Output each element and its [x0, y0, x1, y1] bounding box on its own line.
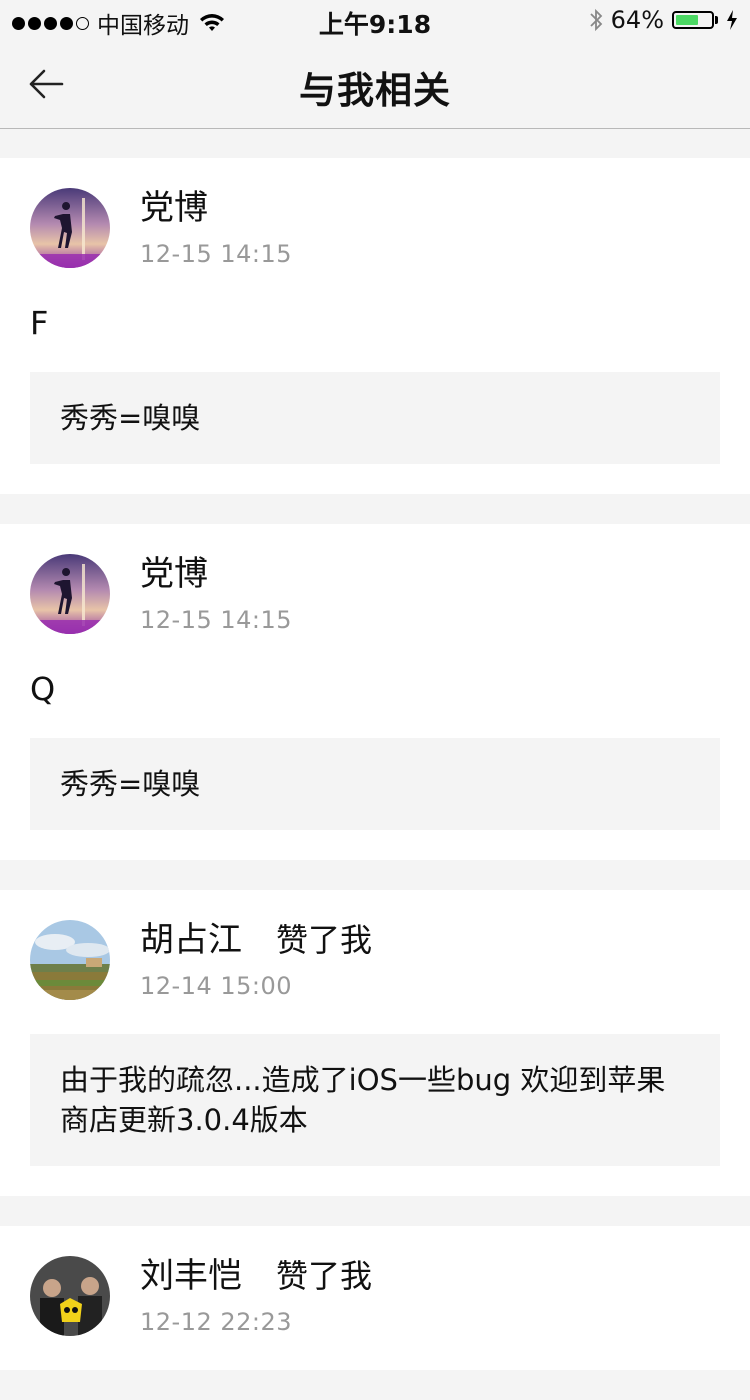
status-right: 64% [589, 6, 738, 34]
navigation-bar: 与我相关 [0, 40, 750, 129]
notification-card[interactable]: 胡占江 赞了我 12-14 15:00 由于我的疏忽...造成了iOS一些bug… [0, 890, 750, 1196]
battery-fill [676, 15, 698, 25]
timestamp: 12-12 22:23 [140, 1308, 293, 1336]
user-name[interactable]: 党博 [140, 554, 208, 594]
avatar[interactable] [30, 188, 110, 268]
card-header: 刘丰恺 赞了我 12-12 22:23 [30, 1256, 720, 1340]
avatar[interactable] [30, 920, 110, 1000]
notification-card[interactable]: 党博 12-15 14:15 F 秀秀=嗅嗅 [0, 158, 750, 494]
card-meta: 党博 12-15 14:15 [140, 188, 292, 268]
card-meta: 胡占江 赞了我 12-14 15:00 [140, 920, 372, 1000]
user-name[interactable]: 刘丰恺 [140, 1256, 242, 1296]
battery-percent: 64% [610, 6, 664, 34]
page-title: 与我相关 [299, 69, 451, 112]
comment-text: F [30, 304, 49, 342]
timestamp: 12-14 15:00 [140, 972, 293, 1000]
bluetooth-icon [590, 8, 602, 32]
timestamp: 12-15 14:15 [140, 240, 293, 268]
battery-icon [672, 11, 714, 29]
quoted-post[interactable]: 秀秀=嗅嗅 [30, 738, 720, 830]
card-meta: 党博 12-15 14:15 [140, 554, 292, 634]
timestamp: 12-15 14:15 [140, 606, 293, 634]
comment-text: Q [30, 670, 56, 708]
card-header: 党博 12-15 14:15 [30, 554, 720, 638]
status-bar: 中国移动 上午9:18 64% [0, 0, 750, 40]
liked-me-label: 赞了我 [276, 921, 373, 959]
avatar[interactable] [30, 1256, 110, 1336]
card-header: 党博 12-15 14:15 [30, 188, 720, 272]
user-name[interactable]: 党博 [140, 188, 208, 228]
card-meta: 刘丰恺 赞了我 12-12 22:23 [140, 1256, 372, 1336]
notification-feed[interactable]: 党博 12-15 14:15 F 秀秀=嗅嗅 党博 12-15 14:15 Q … [0, 158, 750, 1400]
quoted-post[interactable]: 秀秀=嗅嗅 [30, 372, 720, 464]
notification-card[interactable]: 刘丰恺 赞了我 12-12 22:23 [0, 1226, 750, 1370]
charging-icon [727, 10, 737, 30]
card-header: 胡占江 赞了我 12-14 15:00 [30, 920, 720, 1004]
avatar[interactable] [30, 554, 110, 634]
quoted-post[interactable]: 由于我的疏忽...造成了iOS一些bug 欢迎到苹果商店更新3.0.4版本 [30, 1034, 720, 1166]
user-name[interactable]: 胡占江 [140, 920, 242, 960]
notification-card[interactable]: 党博 12-15 14:15 Q 秀秀=嗅嗅 [0, 524, 750, 860]
liked-me-label: 赞了我 [276, 1257, 373, 1295]
